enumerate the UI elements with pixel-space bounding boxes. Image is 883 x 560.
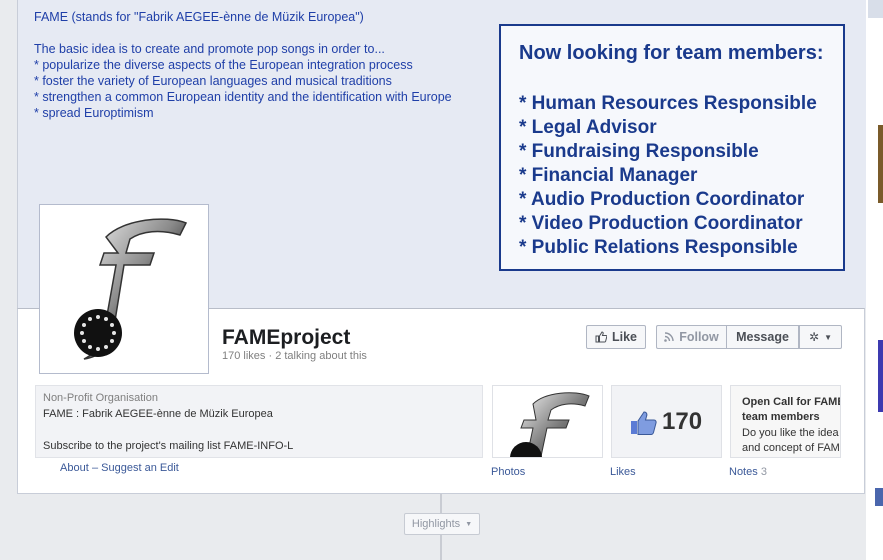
photos-app-thumbnail[interactable]: [492, 385, 603, 458]
cover-line: [34, 25, 494, 41]
highlights-dropdown[interactable]: Highlights ▼: [404, 513, 480, 535]
about-truncated-line: ...: [43, 455, 52, 457]
cover-line: * foster the variety of European languag…: [34, 74, 392, 88]
notes-app-thumbnail[interactable]: Open Call for FAME team members Do you l…: [730, 385, 841, 458]
message-label: Message: [736, 330, 789, 344]
cover-line: FAME (stands for "Fabrik AEGEE-ènne de M…: [34, 10, 364, 24]
profile-picture[interactable]: [39, 204, 209, 374]
right-sidebar: [866, 0, 883, 560]
fame-logo: [74, 218, 188, 360]
photos-link[interactable]: Photos: [491, 466, 525, 478]
about-link[interactable]: About: [60, 462, 89, 474]
sidebar-thumbnail[interactable]: [878, 340, 883, 412]
chevron-down-icon: ▼: [465, 520, 473, 528]
note-preview: Do you like the idea and concept of FAME…: [742, 427, 840, 454]
follow-label: Follow: [679, 330, 719, 344]
team-role: * Audio Production Coordinator: [519, 189, 805, 210]
like-label: Like: [611, 330, 637, 344]
photo-thumbnail-image: [510, 392, 590, 457]
cover-line: * strengthen a common European identity …: [34, 90, 452, 104]
team-role: * Fundraising Responsible: [519, 141, 759, 162]
suggest-edit-link[interactable]: – Suggest an Edit: [92, 462, 179, 474]
team-role: * Legal Advisor: [519, 117, 657, 138]
sidebar-button[interactable]: [875, 488, 883, 506]
cover-line: The basic idea is to create and promote …: [34, 42, 385, 56]
notes-label: Notes: [729, 466, 758, 478]
page-title[interactable]: FAMEproject: [222, 326, 350, 350]
page-category: Non-Profit Organisation: [43, 392, 158, 404]
cover-line: * spread Europtimism: [34, 106, 154, 120]
likes-app-thumbnail[interactable]: 170: [611, 385, 722, 458]
message-button[interactable]: Message: [726, 325, 799, 349]
team-role: * Video Production Coordinator: [519, 213, 803, 234]
rss-icon: [664, 332, 674, 342]
about-subscribe-text: Subscribe to the project's mailing list …: [43, 440, 294, 452]
sidebar-button[interactable]: [868, 0, 883, 18]
highlights-label: Highlights: [411, 518, 461, 530]
likes-count: 170: [662, 408, 703, 435]
about-box[interactable]: Non-Profit Organisation FAME : Fabrik AE…: [35, 385, 483, 458]
team-role: * Public Relations Responsible: [519, 237, 798, 258]
settings-dropdown-button[interactable]: ✲ ▼: [799, 325, 842, 349]
follow-button[interactable]: Follow: [656, 325, 726, 349]
thumbs-up-icon: [595, 331, 607, 343]
sidebar-thumbnail[interactable]: [878, 125, 883, 203]
page-stats: 170 likes · 2 talking about this: [222, 350, 367, 362]
notes-link[interactable]: Notes 3: [729, 466, 767, 478]
gear-icon: ✲: [809, 330, 820, 344]
about-description: FAME : Fabrik AEGEE-ènne de Müzik Europe…: [43, 408, 273, 420]
thumbs-up-icon: [631, 411, 657, 435]
note-title: Open Call for FAME team members: [742, 396, 841, 423]
likes-link[interactable]: Likes: [610, 466, 636, 478]
chevron-down-icon: ▼: [824, 332, 832, 342]
team-role: * Human Resources Responsible: [519, 93, 817, 114]
cover-line: * popularize the diverse aspects of the …: [34, 58, 413, 72]
team-box-title: Now looking for team members:: [519, 42, 824, 64]
team-roles-list: * Human Resources Responsible * Legal Ad…: [519, 92, 817, 260]
like-button[interactable]: Like: [586, 325, 646, 349]
cover-description: FAME (stands for "Fabrik AEGEE-ènne de M…: [34, 9, 494, 121]
team-role: * Financial Manager: [519, 165, 698, 186]
team-members-box: Now looking for team members: * Human Re…: [499, 24, 845, 271]
notes-count: 3: [760, 466, 767, 478]
